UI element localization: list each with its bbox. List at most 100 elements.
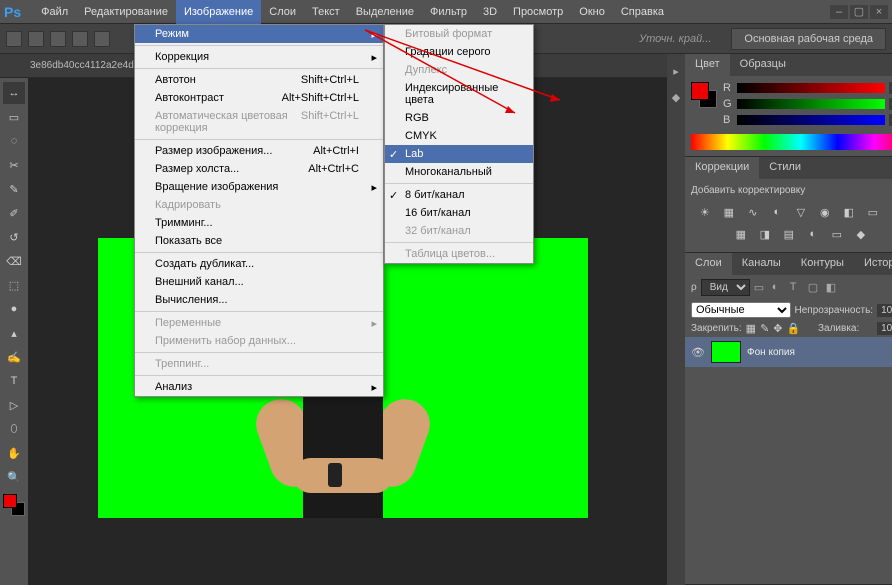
menu-item[interactable]: Режим▸ bbox=[135, 25, 383, 43]
filter-type-icon[interactable]: T bbox=[790, 281, 804, 295]
tool-14[interactable]: ⬯ bbox=[3, 418, 25, 440]
tool-6[interactable]: ↺ bbox=[3, 226, 25, 248]
adj-grad-icon[interactable]: ▭ bbox=[828, 226, 846, 242]
rail-icon-2[interactable]: ◆ bbox=[667, 88, 685, 106]
menu-item[interactable]: Внешний канал... bbox=[135, 273, 383, 291]
tool-5[interactable]: ✐ bbox=[3, 202, 25, 224]
color-swatch[interactable] bbox=[691, 82, 717, 108]
layer-name[interactable]: Фон копия bbox=[747, 347, 795, 358]
layer-thumb[interactable] bbox=[711, 341, 741, 363]
tab-channels[interactable]: Каналы bbox=[732, 253, 791, 275]
tool-2[interactable]: ◌ bbox=[3, 130, 25, 152]
menu-item[interactable]: Индексированные цвета bbox=[385, 79, 533, 109]
adj-hue-icon[interactable]: ◉ bbox=[816, 204, 834, 220]
tool-0[interactable]: ↔ bbox=[3, 82, 25, 104]
g-slider[interactable] bbox=[737, 99, 885, 109]
adj-photo-icon[interactable]: ▭ bbox=[864, 204, 882, 220]
tool-preset-icon[interactable] bbox=[6, 31, 22, 47]
tab-styles[interactable]: Стили bbox=[759, 157, 811, 179]
adj-brightness-icon[interactable]: ☀ bbox=[696, 204, 714, 220]
lock-all-icon[interactable]: 🔒 bbox=[787, 322, 801, 335]
tool-9[interactable]: ● bbox=[3, 298, 25, 320]
tool-16[interactable]: 🔍 bbox=[3, 466, 25, 488]
adj-levels-icon[interactable]: ▦ bbox=[720, 204, 738, 220]
lock-move-icon[interactable]: ✥ bbox=[773, 322, 782, 335]
tab-swatches[interactable]: Образцы bbox=[730, 54, 796, 76]
menu-item[interactable]: CMYK bbox=[385, 127, 533, 145]
tool-4[interactable]: ✎ bbox=[3, 178, 25, 200]
layer-kind-select[interactable]: Вид bbox=[701, 279, 750, 296]
g-value[interactable]: 6 bbox=[889, 98, 892, 110]
lock-paint-icon[interactable]: ✎ bbox=[760, 322, 769, 335]
menu-item[interactable]: Тримминг... bbox=[135, 214, 383, 232]
tool-11[interactable]: ✍ bbox=[3, 346, 25, 368]
menu-item[interactable]: Показать все bbox=[135, 232, 383, 250]
lock-trans-icon[interactable]: ▦ bbox=[746, 322, 756, 335]
adj-curves-icon[interactable]: ∿ bbox=[744, 204, 762, 220]
filter-pixel-icon[interactable]: ▭ bbox=[754, 281, 768, 295]
layer-item[interactable]: 👁 Фон копия bbox=[685, 337, 892, 367]
menu-item[interactable]: АвтоконтрастAlt+Shift+Ctrl+L bbox=[135, 89, 383, 107]
adj-bw-icon[interactable]: ◧ bbox=[840, 204, 858, 220]
adj-sel-icon[interactable]: ◆ bbox=[852, 226, 870, 242]
menu-item[interactable]: RGB bbox=[385, 109, 533, 127]
menu-text[interactable]: Текст bbox=[304, 0, 348, 24]
menu-view[interactable]: Просмотр bbox=[505, 0, 571, 24]
menu-filter[interactable]: Фильтр bbox=[422, 0, 475, 24]
tool-13[interactable]: ▷ bbox=[3, 394, 25, 416]
opt-icon-1[interactable] bbox=[28, 31, 44, 47]
menu-select[interactable]: Выделение bbox=[348, 0, 422, 24]
tool-15[interactable]: ✋ bbox=[3, 442, 25, 464]
menu-item[interactable]: ✓8 бит/канал bbox=[385, 186, 533, 204]
filter-shape-icon[interactable]: ▢ bbox=[808, 281, 822, 295]
visibility-icon[interactable]: 👁 bbox=[691, 346, 705, 359]
tool-1[interactable]: ▭ bbox=[3, 106, 25, 128]
menu-item[interactable]: ✓Lab bbox=[385, 145, 533, 163]
adj-lut-icon[interactable]: ▦ bbox=[732, 226, 750, 242]
menu-window[interactable]: Окно bbox=[571, 0, 613, 24]
adj-vibrance-icon[interactable]: ▽ bbox=[792, 204, 810, 220]
minimize-icon[interactable]: – bbox=[830, 5, 848, 19]
menu-item[interactable]: Размер изображения...Alt+Ctrl+I bbox=[135, 142, 383, 160]
menu-item[interactable]: Многоканальный bbox=[385, 163, 533, 181]
tool-12[interactable]: T bbox=[3, 370, 25, 392]
close-icon[interactable]: × bbox=[870, 5, 888, 19]
opacity-value[interactable]: 100% bbox=[877, 304, 892, 317]
blend-mode-select[interactable]: Обычные bbox=[691, 302, 791, 318]
menu-3d[interactable]: 3D bbox=[475, 0, 505, 24]
tab-layers[interactable]: Слои bbox=[685, 253, 732, 275]
adj-poster-icon[interactable]: ▤ bbox=[780, 226, 798, 242]
menu-item[interactable]: АвтотонShift+Ctrl+L bbox=[135, 71, 383, 89]
r-value[interactable]: 6 bbox=[889, 82, 892, 94]
tab-paths[interactable]: Контуры bbox=[791, 253, 854, 275]
menu-item[interactable]: Вращение изображения▸ bbox=[135, 178, 383, 196]
maximize-icon[interactable]: ▢ bbox=[850, 5, 868, 19]
tool-7[interactable]: ⌫ bbox=[3, 250, 25, 272]
adj-mixer-icon[interactable]: ⬚ bbox=[888, 204, 892, 220]
opt-icon-4[interactable] bbox=[94, 31, 110, 47]
tool-3[interactable]: ✂ bbox=[3, 154, 25, 176]
filter-smart-icon[interactable]: ◧ bbox=[826, 281, 840, 295]
opt-icon-2[interactable] bbox=[50, 31, 66, 47]
adj-thresh-icon[interactable]: ◐ bbox=[804, 226, 822, 242]
menu-item[interactable]: Размер холста...Alt+Ctrl+C bbox=[135, 160, 383, 178]
tool-10[interactable]: ▴ bbox=[3, 322, 25, 344]
menu-item[interactable]: Анализ▸ bbox=[135, 378, 383, 396]
spectrum-ramp[interactable] bbox=[691, 134, 892, 150]
menu-item[interactable]: Градации серого bbox=[385, 43, 533, 61]
menu-item[interactable]: Коррекция▸ bbox=[135, 48, 383, 66]
menu-item[interactable]: Вычисления... bbox=[135, 291, 383, 309]
tab-adjustments[interactable]: Коррекции bbox=[685, 157, 759, 179]
menu-file[interactable]: Файл bbox=[33, 0, 76, 24]
adj-exposure-icon[interactable]: ◐ bbox=[768, 204, 786, 220]
fill-value[interactable]: 100% bbox=[877, 322, 892, 335]
refine-edge-button[interactable]: Уточн. край... bbox=[639, 33, 711, 45]
workspace-switcher[interactable]: Основная рабочая среда bbox=[731, 28, 886, 50]
rail-icon-1[interactable]: ▸ bbox=[667, 62, 685, 80]
adj-invert-icon[interactable]: ◨ bbox=[756, 226, 774, 242]
b-value[interactable]: 6 bbox=[889, 114, 892, 126]
menu-edit[interactable]: Редактирование bbox=[76, 0, 176, 24]
menu-layers[interactable]: Слои bbox=[261, 0, 304, 24]
r-slider[interactable] bbox=[737, 83, 885, 93]
b-slider[interactable] bbox=[737, 115, 885, 125]
